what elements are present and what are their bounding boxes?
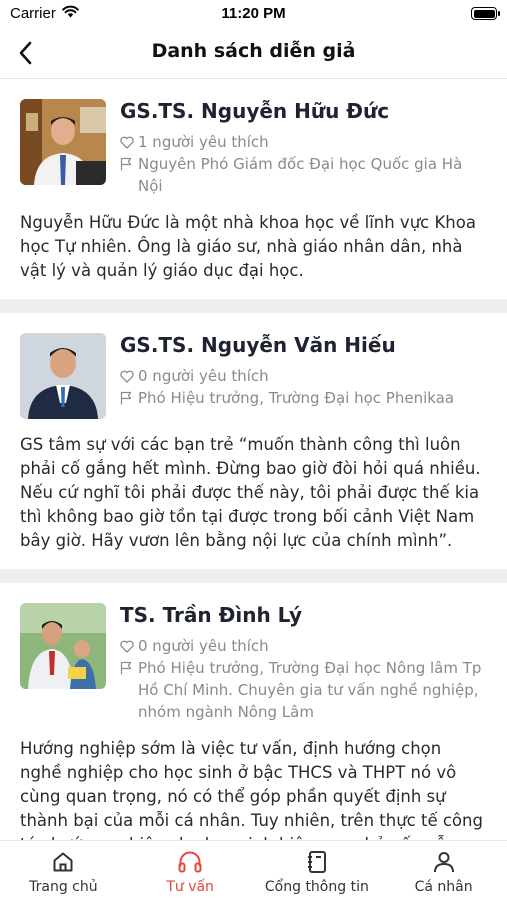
speaker-name: TS. Trần Đình Lý: [120, 603, 303, 627]
speaker-card[interactable]: GS.TS. Nguyễn Văn Hiếu 0 người yêu thích…: [0, 313, 507, 569]
nav-bar: Danh sách diễn giả: [0, 28, 507, 79]
tab-home[interactable]: Trang chủ: [0, 841, 127, 901]
flag-icon: [120, 153, 138, 175]
speaker-card[interactable]: GS.TS. Nguyễn Hữu Đức 1 người yêu thích …: [0, 79, 507, 299]
speaker-name: GS.TS. Nguyễn Hữu Đức: [120, 99, 390, 123]
tab-profile-label: Cá nhân: [414, 879, 473, 895]
heart-icon: [120, 365, 138, 387]
flag-icon: [120, 657, 138, 679]
speaker-position: Nguyên Phó Giám đốc Đại học Quốc gia Hà …: [120, 153, 487, 197]
speaker-list[interactable]: GS.TS. Nguyễn Hữu Đức 1 người yêu thích …: [0, 79, 507, 840]
speaker-position: Phó Hiệu trưởng, Trường Đại học Phenikaa: [120, 387, 487, 409]
tab-bar: Trang chủ Tư vấn Cổng thông tin Cá nhân: [0, 840, 507, 901]
speaker-name: GS.TS. Nguyễn Văn Hiếu: [120, 333, 396, 357]
heart-icon: [120, 131, 138, 153]
speaker-description: Hướng nghiệp sớm là việc tư vấn, định hư…: [20, 739, 483, 840]
tab-portal[interactable]: Cổng thông tin: [254, 841, 381, 901]
speaker-card[interactable]: TS. Trần Đình Lý 0 người yêu thích Phó H…: [0, 583, 507, 840]
headphones-icon: [178, 851, 202, 873]
tab-consult[interactable]: Tư vấn: [127, 841, 254, 901]
tab-home-label: Trang chủ: [29, 879, 98, 895]
card-separator: [0, 299, 507, 313]
speaker-avatar: [20, 99, 106, 185]
speaker-likes: 0 người yêu thích: [120, 635, 487, 657]
speaker-avatar: [20, 333, 106, 419]
card-separator: [0, 569, 507, 583]
likes-label: 0 người yêu thích: [138, 367, 269, 385]
status-time: 11:20 PM: [221, 5, 286, 22]
back-button[interactable]: [12, 38, 40, 68]
speaker-avatar: [20, 603, 106, 689]
speaker-description: Nguyễn Hữu Đức là một nhà khoa học về lĩ…: [20, 213, 476, 280]
speaker-likes: 0 người yêu thích: [120, 365, 487, 387]
heart-icon: [120, 635, 138, 657]
position-label: Phó Hiệu trưởng, Trường Đại học Nông lâm…: [138, 659, 482, 721]
home-icon: [53, 852, 73, 872]
speaker-position: Phó Hiệu trưởng, Trường Đại học Nông lâm…: [120, 657, 487, 723]
speaker-likes: 1 người yêu thích: [120, 131, 487, 153]
likes-label: 0 người yêu thích: [138, 637, 269, 655]
speaker-description: GS tâm sự với các bạn trẻ “muốn thành cô…: [20, 435, 481, 550]
position-label: Phó Hiệu trưởng, Trường Đại học Phenikaa: [138, 389, 455, 407]
notebook-icon: [307, 851, 326, 873]
chevron-left-icon: [19, 41, 32, 65]
tab-profile[interactable]: Cá nhân: [380, 841, 507, 901]
tab-portal-label: Cổng thông tin: [264, 879, 369, 895]
page-title: Danh sách diễn giả: [151, 40, 356, 62]
flag-icon: [120, 387, 138, 409]
battery-icon: [471, 7, 500, 20]
likes-label: 1 người yêu thích: [138, 133, 269, 151]
position-label: Nguyên Phó Giám đốc Đại học Quốc gia Hà …: [138, 155, 463, 195]
person-icon: [433, 852, 454, 873]
status-bar: Carrier 11:20 PM: [0, 0, 507, 28]
tab-consult-label: Tư vấn: [166, 879, 214, 895]
